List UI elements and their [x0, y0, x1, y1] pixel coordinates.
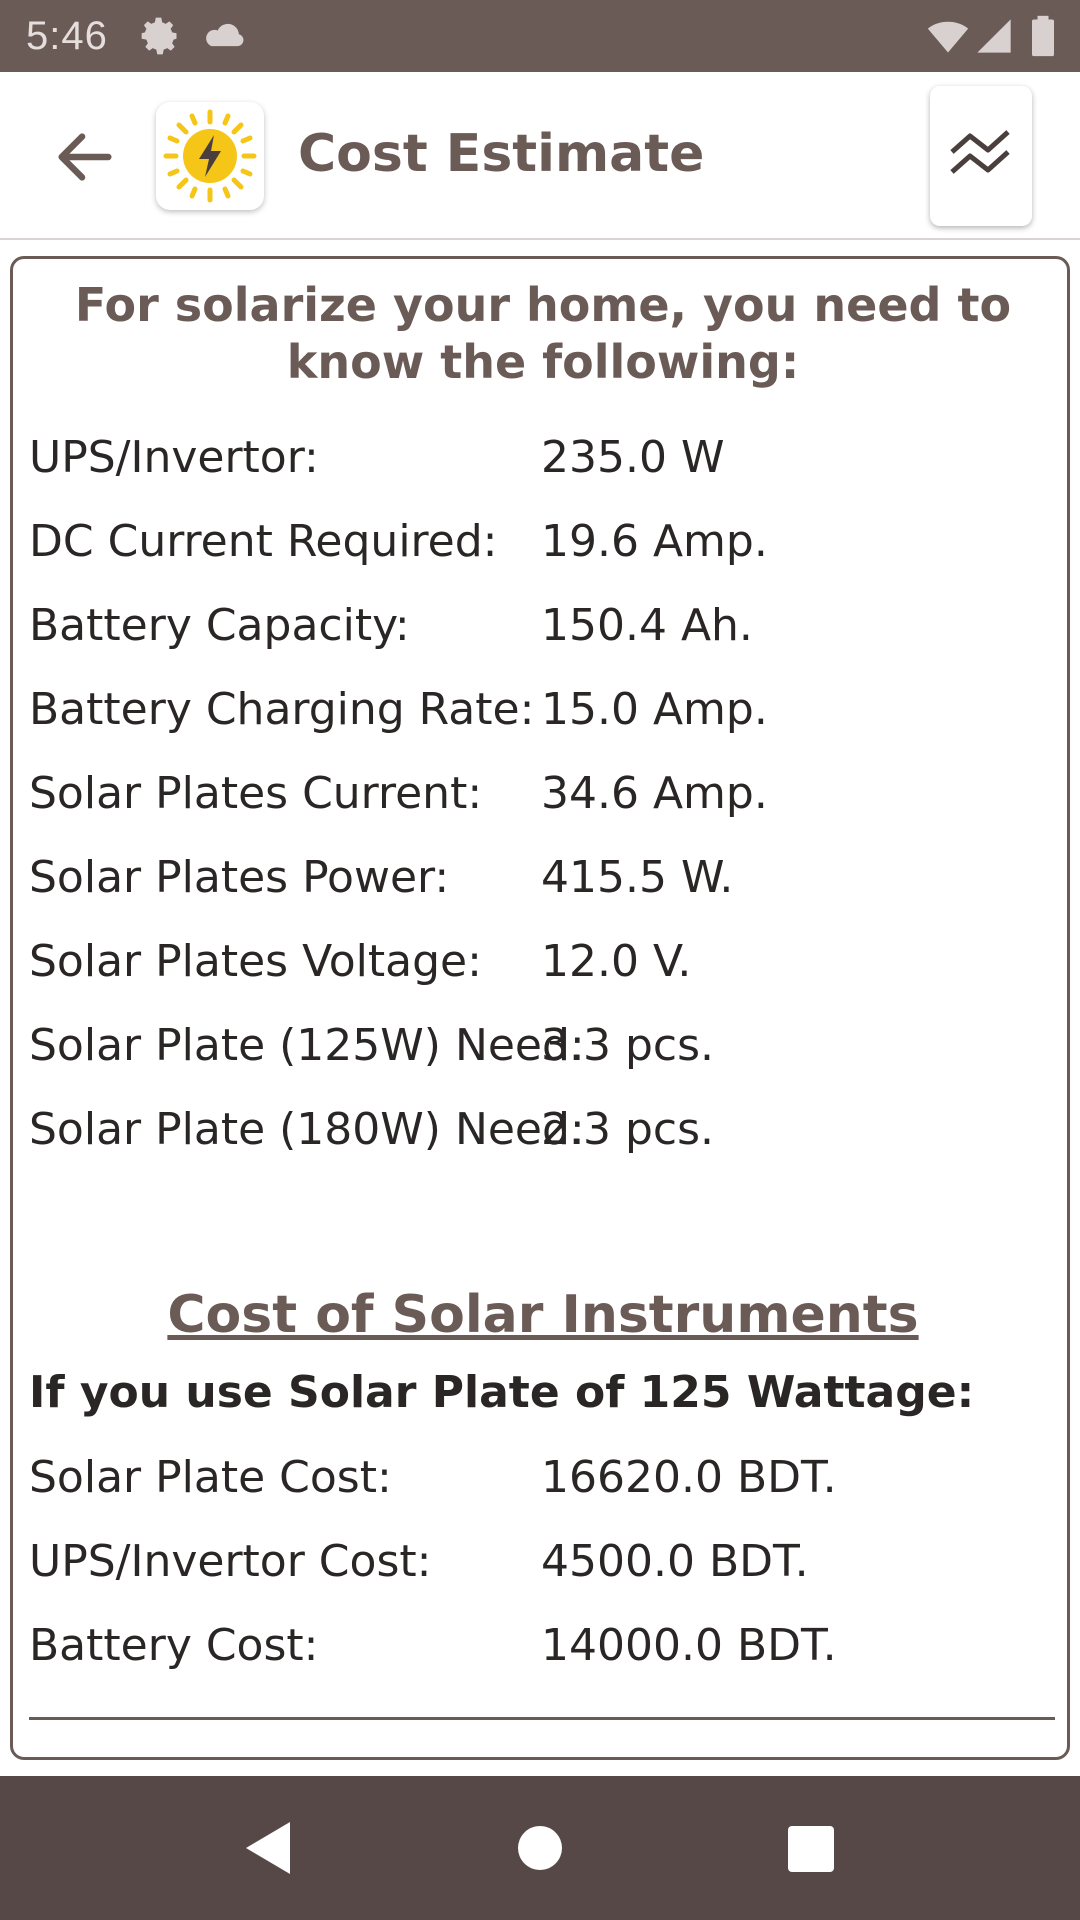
- status-time: 5:46: [26, 14, 108, 58]
- intro-heading: For solarize your home, you need to know…: [74, 278, 1012, 389]
- cloud-icon: [202, 14, 250, 58]
- gear-icon: [138, 14, 182, 58]
- nav-home-button[interactable]: [504, 1812, 576, 1884]
- row-label: Solar Plates Voltage:: [29, 935, 482, 987]
- list-item: Battery Charging Rate: 15.0 Amp.: [29, 667, 1059, 751]
- list-item: Solar Plate (180W) Need: 2.3 pcs.: [29, 1087, 1059, 1171]
- wifi-icon: [924, 14, 972, 58]
- row-value: 3.3 pcs.: [541, 1019, 714, 1071]
- row-label: Solar Plate (180W) Need:: [29, 1103, 585, 1155]
- back-triangle-icon: [246, 1822, 290, 1874]
- status-bar: 5:46: [0, 0, 1080, 72]
- list-item: UPS/Invertor: 235.0 W: [29, 415, 1059, 499]
- list-item: Battery Cost: 14000.0 BDT.: [29, 1603, 1059, 1687]
- row-label: Solar Plates Power:: [29, 851, 450, 903]
- list-item: Solar Plate Cost: 16620.0 BDT.: [29, 1435, 1059, 1519]
- row-label: Solar Plate Cost:: [29, 1451, 392, 1503]
- home-circle-icon: [518, 1826, 562, 1870]
- list-item: DC Current Required: 19.6 Amp.: [29, 499, 1059, 583]
- estimate-card: For solarize your home, you need to know…: [10, 256, 1070, 1760]
- navigation-bar: [0, 1776, 1080, 1920]
- row-label: Battery Charging Rate:: [29, 683, 535, 735]
- row-label: UPS/Invertor:: [29, 431, 319, 483]
- signal-icon: [974, 14, 1018, 58]
- row-value: 4500.0 BDT.: [541, 1535, 809, 1587]
- row-label: Battery Capacity:: [29, 599, 410, 651]
- list-item: UPS/Invertor Cost: 4500.0 BDT.: [29, 1519, 1059, 1603]
- row-value: 12.0 V.: [541, 935, 692, 987]
- row-label: Battery Cost:: [29, 1619, 319, 1671]
- list-item: Solar Plates Current: 34.6 Amp.: [29, 751, 1059, 835]
- list-item: Solar Plates Power: 415.5 W.: [29, 835, 1059, 919]
- list-item: Solar Plates Voltage: 12.0 V.: [29, 919, 1059, 1003]
- page-title: Cost Estimate: [298, 124, 705, 184]
- app-bar: Cost Estimate: [0, 72, 1080, 240]
- nav-back-button[interactable]: [232, 1812, 304, 1884]
- nav-recents-button[interactable]: [774, 1812, 846, 1884]
- row-label: Solar Plates Current:: [29, 767, 483, 819]
- arrow-left-icon: [58, 133, 112, 181]
- chart-line-icon: [950, 130, 1010, 174]
- list-item: Solar Plate (125W) Need: 3.3 pcs.: [29, 1003, 1059, 1087]
- sun-bolt-icon: [163, 109, 257, 203]
- row-label: DC Current Required:: [29, 515, 498, 567]
- row-value: 15.0 Amp.: [541, 683, 768, 735]
- row-label: Solar Plate (125W) Need:: [29, 1019, 585, 1071]
- divider: [29, 1717, 1055, 1720]
- app-logo: [156, 102, 264, 210]
- section-subtitle: If you use Solar Plate of 125 Wattage:: [29, 1367, 975, 1418]
- chart-button[interactable]: [930, 86, 1032, 226]
- row-value: 235.0 W: [541, 431, 725, 483]
- row-value: 14000.0 BDT.: [541, 1619, 837, 1671]
- row-value: 16620.0 BDT.: [541, 1451, 837, 1503]
- row-value: 150.4 Ah.: [541, 599, 753, 651]
- battery-icon: [1030, 14, 1056, 58]
- cost-list: Solar Plate Cost: 16620.0 BDT. UPS/Inver…: [29, 1435, 1059, 1687]
- requirements-list: UPS/Invertor: 235.0 W DC Current Require…: [29, 415, 1059, 1171]
- recents-square-icon: [788, 1826, 834, 1872]
- list-item: Battery Capacity: 150.4 Ah.: [29, 583, 1059, 667]
- row-value: 415.5 W.: [541, 851, 734, 903]
- section-title: Cost of Solar Instruments: [167, 1285, 919, 1345]
- row-label: UPS/Invertor Cost:: [29, 1535, 432, 1587]
- row-value: 2.3 pcs.: [541, 1103, 714, 1155]
- back-button[interactable]: [50, 122, 120, 192]
- row-value: 19.6 Amp.: [541, 515, 768, 567]
- row-value: 34.6 Amp.: [541, 767, 768, 819]
